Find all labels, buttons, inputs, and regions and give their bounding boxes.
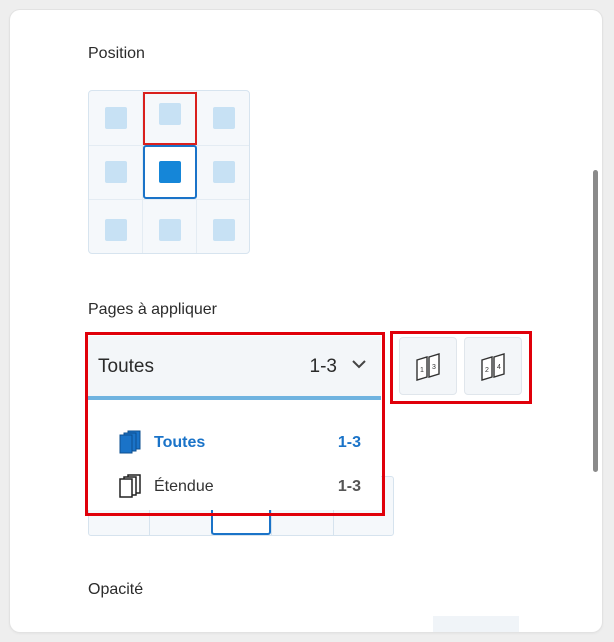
- position-cell-bottom-left[interactable]: [89, 199, 143, 253]
- position-cell-middle-center[interactable]: [143, 145, 197, 199]
- position-cell-bottom-center[interactable]: [143, 199, 197, 253]
- settings-panel: Position Pages à appliquer Toutes 1-3 To…: [10, 10, 602, 632]
- position-cell-bottom-right[interactable]: [197, 199, 251, 253]
- opacity-control-stub[interactable]: [433, 616, 519, 632]
- position-cell-top-right[interactable]: [197, 91, 251, 145]
- pages-label: Pages à appliquer: [88, 301, 217, 318]
- vertical-scrollbar[interactable]: [593, 170, 598, 472]
- highlight-pages-select: [85, 332, 385, 516]
- position-cell-top-left[interactable]: [89, 91, 143, 145]
- highlight-top-center: [143, 92, 197, 145]
- position-cell-middle-left[interactable]: [89, 145, 143, 199]
- position-label: Position: [88, 45, 145, 62]
- highlight-page-buttons: [390, 331, 532, 404]
- position-cell-middle-right[interactable]: [197, 145, 251, 199]
- opacity-label: Opacité: [88, 581, 144, 598]
